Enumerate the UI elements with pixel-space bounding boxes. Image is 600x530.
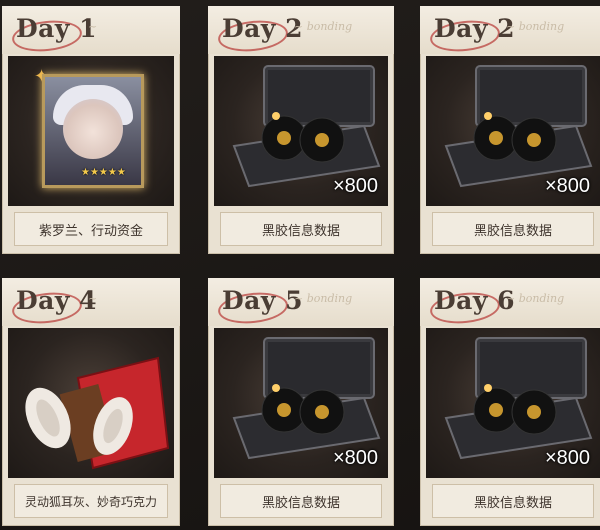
reward-art: ×800 <box>426 328 600 478</box>
reward-card-day-6[interactable]: Day 6 ~ bonding ×800 黑胶信息数据 <box>420 278 600 526</box>
character-portrait-icon: ★★★★★ <box>42 74 144 188</box>
day-title: Day 6 <box>434 286 516 315</box>
card-header: Day 2 ~ bonding <box>420 6 600 55</box>
fox-ears-chocolate-icon <box>25 356 170 470</box>
reward-caption: 黑胶信息数据 <box>220 212 382 246</box>
quantity-label: ×800 <box>332 447 378 469</box>
reward-caption: 黑胶信息数据 <box>432 212 594 246</box>
decorative-script: ~ <box>88 20 98 33</box>
day-title: Day 2 <box>222 14 304 43</box>
decorative-script: ~ bonding <box>506 20 565 33</box>
login-rewards-grid: Day 1 ~ ✦ ★★★★★ 紫罗兰、行动资金 Day 2 ~ bonding <box>0 0 600 530</box>
day-title: Day 2 <box>434 14 516 43</box>
reward-card-day-2b[interactable]: Day 2 ~ bonding ×800 黑胶信息数据 <box>420 6 600 254</box>
reward-caption: 灵动狐耳灰、妙奇巧克力 <box>14 484 168 518</box>
quantity-label: ×800 <box>544 447 590 469</box>
portrait-face <box>63 99 123 159</box>
reward-caption: 黑胶信息数据 <box>432 484 594 518</box>
quantity-label: ×800 <box>332 175 378 197</box>
decorative-script: ~ bonding <box>506 292 565 305</box>
card-header: Day 5 ~ bonding <box>208 278 394 327</box>
card-header: Day 6 ~ bonding <box>420 278 600 327</box>
reward-card-day-1[interactable]: Day 1 ~ ✦ ★★★★★ 紫罗兰、行动资金 <box>2 6 180 254</box>
reward-card-day-2a[interactable]: Day 2 ~ bonding ×800 黑胶信息数据 <box>208 6 394 254</box>
card-header: Day 1 ~ <box>2 6 180 55</box>
reward-art <box>8 328 174 478</box>
reward-caption: 紫罗兰、行动资金 <box>14 212 168 246</box>
quantity-label: ×800 <box>544 175 590 197</box>
day-title: Day 5 <box>222 286 304 315</box>
reward-art: ×800 <box>214 328 388 478</box>
card-header: Day 4 ~ <box>2 278 180 327</box>
day-title: Day 1 <box>16 14 98 43</box>
reward-card-day-4[interactable]: Day 4 ~ 灵动狐耳灰、妙奇巧克力 <box>2 278 180 526</box>
reward-art: ✦ ★★★★★ <box>8 56 174 206</box>
reward-card-day-5[interactable]: Day 5 ~ bonding ×800 黑胶信息数据 <box>208 278 394 526</box>
day-title: Day 4 <box>16 286 98 315</box>
card-header: Day 2 ~ bonding <box>208 6 394 55</box>
decorative-script: ~ <box>88 292 98 305</box>
decorative-script: ~ bonding <box>294 20 353 33</box>
reward-caption: 黑胶信息数据 <box>220 484 382 518</box>
decorative-script: ~ bonding <box>294 292 353 305</box>
rarity-stars: ★★★★★ <box>81 167 126 178</box>
reward-art: ×800 <box>426 56 600 206</box>
reward-art: ×800 <box>214 56 388 206</box>
